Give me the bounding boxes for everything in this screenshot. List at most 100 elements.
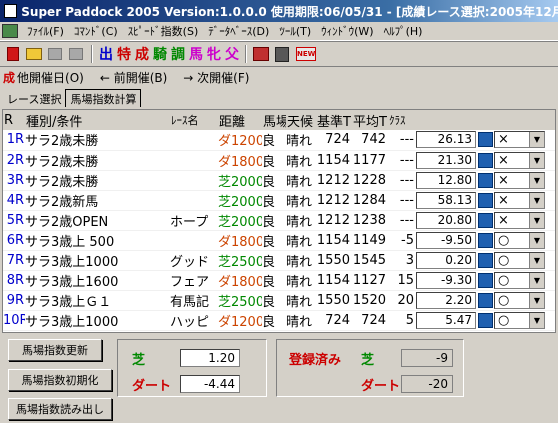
next-meeting-button[interactable]: → 次開催(F) — [183, 69, 249, 86]
chevron-down-icon[interactable]: ▼ — [529, 232, 544, 248]
menu-command[interactable]: ｺﾏﾝﾄﾞ(C) — [69, 23, 123, 39]
table-row[interactable]: 10Rサラ3歳上1000ハッピダ1200良晴れ72472455.47○▼ — [3, 310, 555, 331]
calc-icon[interactable] — [478, 272, 493, 288]
turf-index-field[interactable]: 1.20 — [180, 349, 240, 367]
sire-button[interactable]: 父 — [223, 44, 241, 64]
mark-cell: ○ ▼ — [494, 250, 555, 271]
print-button[interactable] — [45, 44, 65, 64]
entry-button[interactable]: 出 — [97, 44, 115, 64]
race-type: サラ2歳OPEN — [25, 210, 170, 231]
use-flag-select[interactable]: ○ ▼ — [494, 291, 545, 309]
table-row[interactable]: 8R サラ3歳上1600 フェア ダ1800 良晴れ 1154 1127 15 -9.30 ○ ▼ — [3, 270, 555, 291]
race-number[interactable]: 2R — [3, 150, 25, 171]
book-button[interactable] — [251, 44, 271, 64]
calc-icon[interactable] — [478, 292, 493, 308]
race-number[interactable]: 3R — [3, 170, 25, 191]
calc-icon[interactable] — [478, 212, 493, 228]
menu-help[interactable]: ﾍﾙﾌﾟ(H) — [379, 23, 428, 39]
use-flag-select[interactable]: ○ ▼ — [494, 251, 545, 269]
chevron-down-icon[interactable]: ▼ — [529, 312, 544, 328]
chevron-down-icon[interactable]: ▼ — [529, 132, 544, 148]
track-index-input[interactable]: -9.50 — [416, 231, 476, 249]
tab-track-index[interactable]: 馬場指数計算 — [65, 89, 142, 107]
calc-icon[interactable] — [478, 192, 493, 208]
table-row[interactable]: 5R サラ2歳OPEN ホープ 芝2000 良晴れ 1212 1238 --- 20.80 × ▼ — [3, 210, 555, 231]
use-flag-select[interactable]: × ▼ — [494, 131, 545, 149]
menu-file[interactable]: ﾌｧｲﾙ(F) — [22, 23, 69, 39]
use-flag-select[interactable]: × ▼ — [494, 171, 545, 189]
calc-icon[interactable] — [478, 232, 493, 248]
chevron-down-icon[interactable]: ▼ — [529, 272, 544, 288]
race-name: ハッピ — [170, 310, 218, 331]
mdi-child-icon[interactable] — [2, 24, 18, 38]
table-row[interactable]: 1R サラ2歳未勝 ダ1200 良晴れ 724 742 --- 26.13 × ▼ — [3, 130, 555, 151]
use-flag-select[interactable]: ○ ▼ — [494, 271, 545, 289]
use-flag-select[interactable]: ○ ▼ — [494, 311, 545, 329]
new-button[interactable] — [3, 44, 23, 64]
title-bar[interactable]: Super Paddock 2005 Version:1.0.0.0 使用期限:… — [0, 0, 558, 22]
race-number[interactable]: 4R — [3, 190, 25, 211]
chevron-down-icon[interactable]: ▼ — [529, 192, 544, 208]
table-row[interactable]: 2R サラ2歳未勝 ダ1800 良晴れ 1154 1177 --- 21.30 × ▼ — [3, 150, 555, 171]
horse-button[interactable]: 馬 — [187, 44, 205, 64]
chevron-down-icon[interactable]: ▼ — [529, 252, 544, 268]
race-number[interactable]: 8R — [3, 270, 25, 291]
table-row[interactable]: 3R サラ2歳未勝 芝2000 良晴れ 1212 1228 --- 12.80 × ▼ — [3, 170, 555, 191]
special-button[interactable]: 特 — [115, 44, 133, 64]
race-type: サラ2歳新馬 — [25, 190, 170, 211]
use-flag-select[interactable]: ○ ▼ — [494, 231, 545, 249]
news-button[interactable]: NEW — [293, 44, 319, 64]
race-number[interactable]: 1R — [3, 130, 25, 151]
menu-database[interactable]: ﾃﾞｰﾀﾍﾞｰｽ(D) — [203, 23, 274, 39]
track-index-input[interactable]: 26.13 — [416, 131, 476, 149]
track-index-input[interactable]: 21.30 — [416, 151, 476, 169]
use-flag-select[interactable]: × ▼ — [494, 191, 545, 209]
tab-race-select[interactable]: レース選択 — [3, 90, 65, 107]
table-row[interactable]: 7R サラ3歳上1000 グッド 芝2500 良晴れ 1550 1545 3 0.20 ○ ▼ — [3, 250, 555, 271]
init-index-button[interactable]: 馬場指数初期化 — [8, 369, 112, 391]
calc-icon[interactable] — [478, 152, 493, 168]
race-number[interactable]: 10R — [3, 310, 25, 331]
track-index-input[interactable]: 12.80 — [416, 171, 476, 189]
race-number[interactable]: 5R — [3, 210, 25, 231]
calc-icon[interactable] — [478, 252, 493, 268]
table-row[interactable]: 4R サラ2歳新馬 芝2000 良晴れ 1212 1284 --- 58.13 × ▼ — [3, 190, 555, 211]
menu-tools[interactable]: ﾂｰﾙ(T) — [274, 23, 316, 39]
track-index-input[interactable]: 2.20 — [416, 291, 476, 309]
table-row[interactable]: 9R サラ3歳上Ｇ１ 有馬記 芝2500 良晴れ 1550 1520 20 2.20 ○ ▼ — [3, 290, 555, 311]
dam-button[interactable]: 牝 — [205, 44, 223, 64]
prev-meeting-button[interactable]: ← 前開催(B) — [100, 69, 167, 86]
menu-window[interactable]: ｳｨﾝﾄﾞｳ(W) — [316, 23, 378, 39]
calc-icon[interactable] — [478, 312, 493, 328]
table-row[interactable]: 6R サラ3歳上 500 ダ1800 良晴れ 1154 1149 -5 -9.50 ○ ▼ — [3, 230, 555, 251]
jockey-button[interactable]: 騎 — [151, 44, 169, 64]
use-flag-select[interactable]: × ▼ — [494, 151, 545, 169]
other-day-button[interactable]: 成 他開催日(O) — [3, 69, 84, 86]
chevron-down-icon[interactable]: ▼ — [529, 292, 544, 308]
preview-button[interactable] — [66, 44, 86, 64]
track-index-input[interactable]: -9.30 — [416, 271, 476, 289]
menu-speed-index[interactable]: ｽﾋﾟｰﾄﾞ指数(S) — [123, 23, 204, 39]
calc-icon[interactable] — [478, 132, 493, 148]
race-number[interactable]: 7R — [3, 250, 25, 271]
trainer-button[interactable]: 調 — [169, 44, 187, 64]
track-condition: 良 — [262, 310, 286, 331]
result-button[interactable]: 成 — [133, 44, 151, 64]
load-index-button[interactable]: 馬場指数読み出し — [8, 398, 112, 420]
dirt-index-field[interactable]: -4.44 — [180, 375, 240, 393]
track-index-input[interactable]: 5.47 — [416, 311, 476, 329]
track-index-input[interactable]: 0.20 — [416, 251, 476, 269]
update-index-button[interactable]: 馬場指数更新 — [8, 339, 102, 361]
track-index-input[interactable]: 20.80 — [416, 211, 476, 229]
race-number[interactable]: 6R — [3, 230, 25, 251]
calculator-button[interactable] — [272, 44, 292, 64]
open-button[interactable] — [24, 44, 44, 64]
chevron-down-icon[interactable]: ▼ — [529, 152, 544, 168]
race-number[interactable]: 9R — [3, 290, 25, 311]
track-index-input[interactable]: 58.13 — [416, 191, 476, 209]
index-cell: 20.80 — [416, 210, 494, 231]
calc-icon[interactable] — [478, 172, 493, 188]
chevron-down-icon[interactable]: ▼ — [529, 212, 544, 228]
use-flag-select[interactable]: × ▼ — [494, 211, 545, 229]
chevron-down-icon[interactable]: ▼ — [529, 172, 544, 188]
